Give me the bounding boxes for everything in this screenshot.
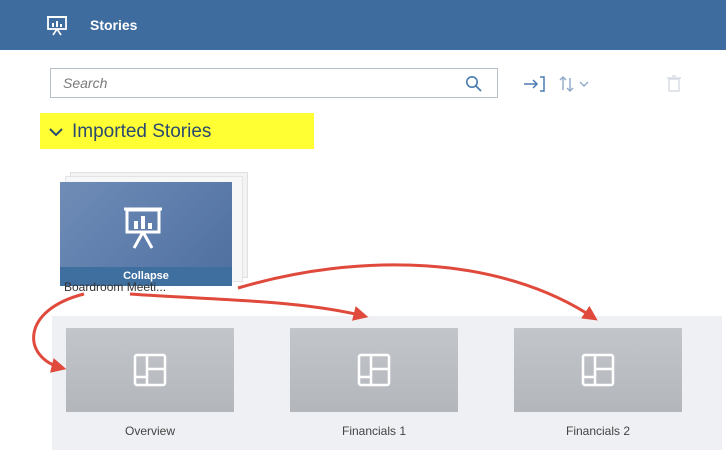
layout-grid-icon [357,353,391,387]
sort-icon [559,76,589,92]
page-tile[interactable] [514,328,682,412]
page-thumbnail [66,328,234,412]
arrow-to-financials-2 [237,263,598,321]
page-tile[interactable] [290,328,458,412]
sort-button[interactable] [558,74,598,94]
story-pages-panel: Overview Financials 1 Financials 2 [52,316,722,450]
page-thumbnail [290,328,458,412]
move-to-icon [524,76,545,92]
app-header: Stories [0,0,726,50]
page-label: Financials 1 [341,424,407,438]
delete-icon [667,75,681,92]
section-title: Imported Stories [72,121,212,142]
layout-grid-icon [581,353,615,387]
page-label: Overview [124,424,175,438]
story-name[interactable]: Boardroom Meeti... [64,280,166,294]
page-tile[interactable] [66,328,234,412]
delete-button[interactable] [664,74,684,94]
search-input[interactable] [51,69,463,97]
arrow-to-financials-1 [129,292,369,321]
chevron-down-icon [49,128,63,137]
search-field[interactable] [50,68,498,98]
chevron-down-icon [579,81,589,87]
presentation-board-icon [47,16,67,36]
move-to-button[interactable] [522,74,548,94]
header-title: Stories [90,17,138,33]
page-label: Financials 2 [565,424,631,438]
search-icon[interactable] [465,75,483,93]
imported-stories-toggle[interactable]: Imported Stories [48,116,211,148]
story-card[interactable]: Collapse [60,182,232,286]
presentation-board-icon [124,207,162,249]
page-thumbnail [514,328,682,412]
layout-grid-icon [133,353,167,387]
